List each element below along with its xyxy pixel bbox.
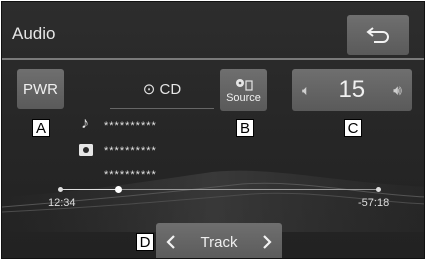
callout-d: D (136, 233, 154, 251)
back-arrow-icon (366, 27, 389, 43)
volume-level: 15 (338, 76, 366, 103)
progress-played (60, 189, 118, 190)
volume-up-icon[interactable]: 🔊︎ (393, 82, 402, 99)
track-title: ********** (104, 120, 157, 132)
source-button[interactable]: Source (220, 69, 267, 111)
source-indicator: ⊙ CD (112, 80, 212, 98)
source-name: CD (159, 81, 182, 98)
progress-knob[interactable] (115, 186, 122, 193)
disc-icon: ⊙ (142, 81, 156, 98)
progress-end-dot (376, 187, 381, 192)
page-title: Audio (12, 24, 56, 43)
remaining-time: -57:18 (358, 197, 390, 209)
source-button-label: Source (226, 92, 261, 104)
waveform-decoration (2, 170, 424, 232)
audio-screen: Audio PWR ⊙ CD Source 🔈︎ 15 🔊︎ A B C D ♪… (1, 1, 425, 259)
callout-c: C (344, 119, 362, 137)
source-icon (235, 79, 253, 91)
back-button[interactable] (347, 15, 409, 55)
power-button[interactable]: PWR (17, 69, 64, 109)
volume-down-icon[interactable]: 🔈︎ (302, 82, 310, 99)
elapsed-time: 12:34 (48, 197, 76, 209)
next-track-icon[interactable] (261, 234, 273, 250)
previous-track-icon[interactable] (165, 234, 177, 250)
music-note-icon: ♪ (81, 115, 89, 132)
volume-control: 🔈︎ 15 🔊︎ (292, 69, 412, 111)
source-divider (110, 108, 214, 109)
header-divider (2, 58, 424, 60)
track-label: Track (200, 233, 238, 251)
track-control: Track (156, 223, 282, 258)
callout-b: B (236, 119, 254, 137)
progress-start-dot (58, 187, 63, 192)
callout-a: A (32, 119, 50, 137)
